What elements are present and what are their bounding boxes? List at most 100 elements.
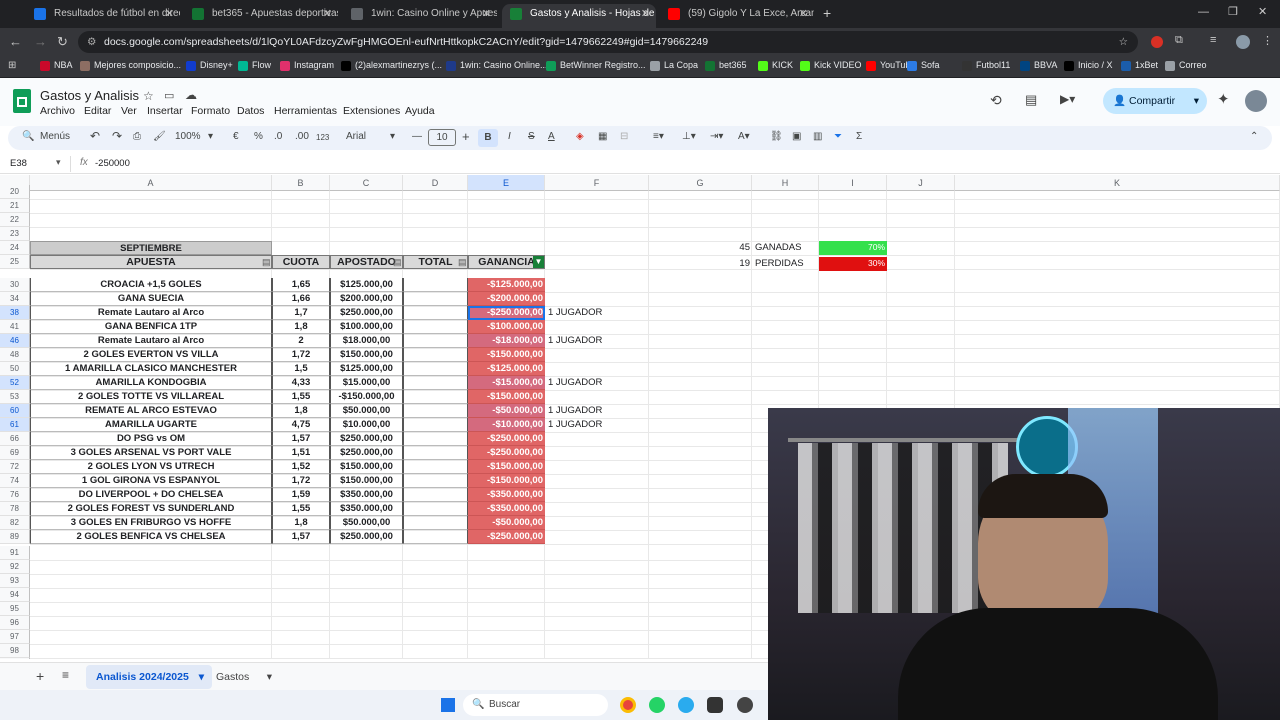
cell-ganancia[interactable]: -$200.000,00 <box>468 292 545 306</box>
cell-apuesta[interactable]: 1 GOL GIRONA VS ESPANYOL <box>30 474 272 488</box>
cell-total[interactable] <box>403 292 468 306</box>
bookmark-item[interactable]: Kick VIDEO <box>800 60 862 71</box>
row-header[interactable]: 53 <box>0 390 30 404</box>
cell-total[interactable] <box>403 306 468 320</box>
increase-font-icon[interactable]: + <box>462 129 470 144</box>
cell-cuota[interactable]: 1,72 <box>272 474 330 488</box>
cell-ganancia[interactable]: -$15.000,00 <box>468 376 545 390</box>
cell-apostado[interactable]: $10.000,00 <box>330 418 403 432</box>
column-header-c[interactable]: C <box>330 175 403 191</box>
row-header[interactable]: 66 <box>0 432 30 446</box>
column-header-f[interactable]: F <box>545 175 649 191</box>
cell-ganancia[interactable]: -$350.000,00 <box>468 488 545 502</box>
text-wrap-icon[interactable]: ⇥▾ <box>710 131 723 142</box>
sheet-tab[interactable]: Gastos ▾ <box>216 665 276 689</box>
cell-apostado[interactable]: $150.000,00 <box>330 460 403 474</box>
bold-button[interactable]: B <box>478 129 498 147</box>
functions-icon[interactable]: Σ <box>856 131 862 142</box>
font-select[interactable]: Arial <box>346 131 366 142</box>
cell-cuota[interactable]: 1,66 <box>272 292 330 306</box>
reload-icon[interactable]: ↻ <box>57 34 68 50</box>
extension-icon[interactable] <box>1151 36 1163 48</box>
cell-total[interactable] <box>403 516 468 530</box>
row-header[interactable]: 60 <box>0 404 30 418</box>
restore-icon[interactable]: ❐ <box>1228 5 1238 18</box>
collapse-toolbar-icon[interactable]: ⌃ <box>1250 131 1258 142</box>
cell-ganancia[interactable]: -$18.000,00 <box>468 334 545 348</box>
close-window-icon[interactable]: ✕ <box>1258 5 1267 18</box>
decrease-decimal-button[interactable]: .0 <box>274 131 282 142</box>
bookmark-item[interactable]: BBVA <box>1020 60 1057 71</box>
cell-note[interactable]: 1 JUGADOR <box>548 418 648 432</box>
row-header[interactable]: 92 <box>0 560 30 574</box>
forward-icon[interactable]: → <box>34 34 47 49</box>
menu-editar[interactable]: Editar <box>84 105 111 117</box>
cell-apostado[interactable]: $350.000,00 <box>330 488 403 502</box>
filter-dropdown-icon[interactable]: ▤ <box>393 256 403 270</box>
undo-icon[interactable]: ↶ <box>90 129 100 143</box>
row-header[interactable]: 21 <box>0 199 30 213</box>
bookmark-item[interactable]: Sofa <box>907 60 940 71</box>
column-header-j[interactable]: J <box>887 175 955 191</box>
cell-apuesta[interactable]: 2 GOLES EVERTON VS VILLA <box>30 348 272 362</box>
apps-grid-icon[interactable]: ⊞ <box>8 60 16 71</box>
cell-cuota[interactable]: 1,8 <box>272 320 330 334</box>
cell-total[interactable] <box>403 432 468 446</box>
row-header[interactable]: 93 <box>0 574 30 588</box>
cell-ganancia[interactable]: -$250.000,00 <box>468 530 545 544</box>
link-icon[interactable]: ⛓ <box>770 131 783 142</box>
row-header[interactable]: 50 <box>0 362 30 376</box>
cell-total[interactable] <box>403 278 468 292</box>
row-header[interactable]: 52 <box>0 376 30 390</box>
cell-cuota[interactable]: 1,8 <box>272 516 330 530</box>
row-header[interactable]: 78 <box>0 502 30 516</box>
windows-start-icon[interactable] <box>441 698 455 712</box>
cell-ganancia[interactable]: -$250.000,00 <box>468 446 545 460</box>
filter-dropdown-icon[interactable]: ▤ <box>458 256 468 270</box>
cell-apuesta[interactable]: 3 GOLES ARSENAL VS PORT VALE <box>30 446 272 460</box>
extensions-puzzle-icon[interactable]: ⧉ <box>1175 34 1183 47</box>
search-menus-label[interactable]: Menús <box>40 131 70 142</box>
cell-ganancia[interactable]: -$50.000,00 <box>468 404 545 418</box>
bookmark-item[interactable]: bet365 <box>705 60 747 71</box>
row-header[interactable]: 96 <box>0 616 30 630</box>
menu-datos[interactable]: Datos <box>237 105 264 117</box>
row-header[interactable]: 61 <box>0 418 30 432</box>
cell-apostado[interactable]: $100.000,00 <box>330 320 403 334</box>
cell-apostado[interactable]: $18.000,00 <box>330 334 403 348</box>
row-header[interactable]: 91 <box>0 546 30 560</box>
bookmark-item[interactable]: Instagram <box>280 60 334 71</box>
cell-apostado[interactable]: $150.000,00 <box>330 474 403 488</box>
cell-apuesta[interactable]: GANA BENFICA 1TP <box>30 320 272 334</box>
cell-ganancia[interactable]: -$50.000,00 <box>468 516 545 530</box>
cell-cuota[interactable]: 1,57 <box>272 530 330 544</box>
bookmark-item[interactable]: Futbol11 <box>962 60 1010 71</box>
cell-apostado[interactable]: $250.000,00 <box>330 432 403 446</box>
row-header[interactable]: 38 <box>0 306 30 320</box>
comment-icon[interactable]: ▣ <box>792 131 801 142</box>
column-header-d[interactable]: D <box>403 175 468 191</box>
cell-cuota[interactable]: 2 <box>272 334 330 348</box>
cell-cuota[interactable]: 1,7 <box>272 306 330 320</box>
increase-decimal-button[interactable]: .00 <box>295 131 309 142</box>
row-header[interactable]: 24 <box>0 241 30 255</box>
chevron-down-icon[interactable]: ▾ <box>390 131 395 142</box>
row-header[interactable]: 97 <box>0 630 30 644</box>
column-header-i[interactable]: I <box>819 175 887 191</box>
text-rotation-icon[interactable]: A▾ <box>738 131 750 142</box>
cell-cuota[interactable]: 1,57 <box>272 432 330 446</box>
chevron-down-icon[interactable]: ▾ <box>199 665 204 689</box>
app-icon[interactable] <box>737 697 753 713</box>
cell-ganancia[interactable]: -$150.000,00 <box>468 348 545 362</box>
cell-apostado[interactable]: $200.000,00 <box>330 292 403 306</box>
cell-apuesta[interactable]: 2 GOLES FOREST VS SUNDERLAND <box>30 502 272 516</box>
taskbar-search[interactable]: 🔍 Buscar <box>463 694 608 716</box>
cell-cuota[interactable]: 4,33 <box>272 376 330 390</box>
close-tab-icon[interactable]: ✕ <box>323 4 332 24</box>
add-sheet-icon[interactable]: + <box>36 668 44 684</box>
cell-apuesta[interactable]: Remate Lautaro al Arco <box>30 306 272 320</box>
share-button[interactable]: 👤 Compartir ▾ <box>1103 88 1207 114</box>
cell-apostado[interactable]: $250.000,00 <box>330 446 403 460</box>
percent-format-button[interactable]: % <box>254 131 263 142</box>
meet-icon[interactable]: ▶▾ <box>1060 92 1075 106</box>
